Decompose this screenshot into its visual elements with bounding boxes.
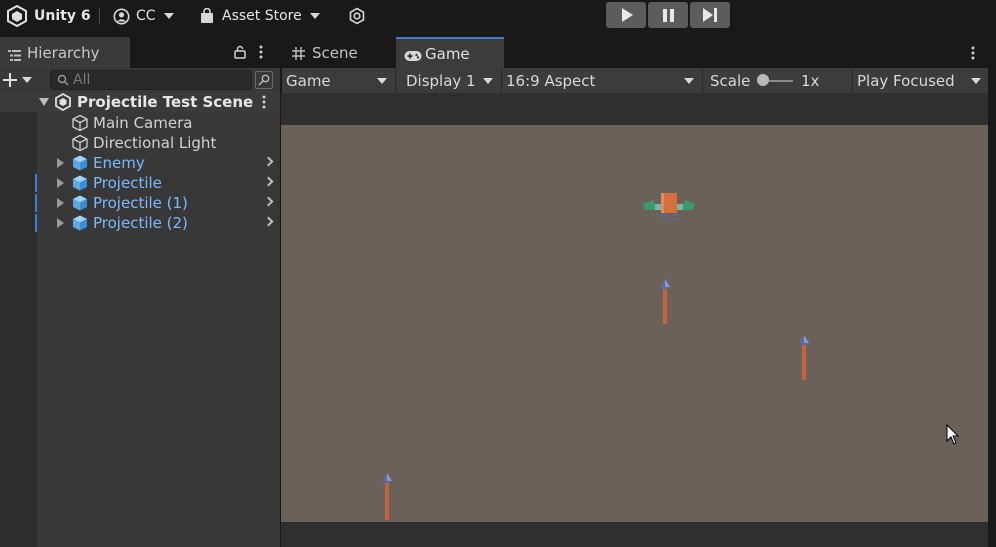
hierarchy-item-label: Enemy (93, 154, 145, 172)
chevron-down-icon (483, 78, 493, 84)
plus-icon (3, 73, 17, 87)
account-label: CC (136, 8, 156, 24)
chevron-right-icon[interactable] (263, 196, 274, 207)
scale-control: Scale 1x (703, 68, 853, 93)
play-mode-value: Play Focused (857, 71, 955, 90)
game-mode-dropdown[interactable]: Game (282, 68, 396, 93)
enemy-sprite (643, 193, 695, 220)
chevron-down-icon (22, 77, 32, 83)
game-view-letterbox-bottom (281, 522, 988, 547)
unity-ai-button[interactable] (348, 0, 366, 32)
hierarchy-item-label: Main Camera (93, 114, 193, 132)
hierarchy-list-icon (8, 47, 21, 61)
scale-slider-handle[interactable] (757, 74, 769, 86)
game-mode-value: Game (286, 71, 331, 90)
chevron-down-icon (163, 13, 174, 19)
scale-label: Scale (710, 71, 751, 90)
search-filter-icon[interactable] (255, 71, 273, 89)
tab-scene[interactable]: Scene (292, 37, 392, 68)
hierarchy-item-label: Projectile (2) (93, 214, 188, 232)
gamepad-icon (404, 48, 422, 61)
aspect-value: 16:9 Aspect (506, 71, 596, 90)
play-mode-dropdown[interactable]: Play Focused (853, 68, 989, 93)
panel-edge (988, 37, 996, 547)
step-button[interactable] (690, 2, 730, 28)
account-dropdown[interactable]: CC (113, 0, 174, 32)
display-value: Display 1 (406, 71, 476, 90)
display-dropdown[interactable]: Display 1 (396, 68, 502, 93)
expand-arrow-icon[interactable] (57, 218, 64, 228)
tab-hierarchy[interactable]: Hierarchy (0, 37, 130, 68)
prefab-icon (71, 214, 89, 236)
shopping-bag-icon (200, 7, 214, 24)
expand-arrow-icon[interactable] (57, 198, 64, 208)
step-icon (703, 8, 717, 22)
expand-arrow-icon[interactable] (39, 98, 49, 106)
view-tabbar: Scene Game (282, 37, 996, 68)
scene-grid-icon (292, 46, 305, 60)
pause-icon (662, 8, 674, 22)
unity-version-label: Unity 6 (34, 8, 91, 24)
game-view-letterbox-top (281, 93, 988, 125)
game-viewport[interactable] (281, 125, 988, 522)
mouse-cursor-icon (946, 424, 960, 445)
hierarchy-tab-label: Hierarchy (27, 43, 100, 62)
game-toolbar: Game Display 1 16:9 Aspect Scale 1x Play… (282, 68, 996, 93)
expand-arrow-icon[interactable] (57, 178, 64, 188)
play-icon (622, 8, 633, 22)
search-icon (57, 74, 69, 90)
unity-logo-icon (6, 4, 28, 28)
search-placeholder: All (73, 72, 91, 88)
hierarchy-tabbar: Hierarchy (0, 37, 280, 68)
main-toolbar: Unity 6 CC Asset Store (0, 0, 996, 32)
kebab-menu-icon[interactable] (261, 95, 267, 113)
chevron-down-icon (971, 78, 981, 84)
hierarchy-item-projectile-1[interactable]: Projectile (1) (0, 193, 280, 213)
unity-menu[interactable]: Unity 6 (6, 0, 91, 32)
scene-row[interactable]: Projectile Test Scene (0, 92, 280, 112)
scene-tab-label: Scene (312, 43, 358, 62)
hierarchy-search-input[interactable]: All (50, 70, 252, 90)
hierarchy-item-projectile[interactable]: Projectile (0, 173, 280, 193)
unity-scene-icon (54, 92, 72, 115)
kebab-menu-icon[interactable] (970, 46, 976, 64)
projectile-sprite (660, 279, 670, 324)
hierarchy-item-directional-light[interactable]: Directional Light (0, 133, 280, 153)
chevron-down-icon (377, 78, 387, 84)
game-tab-label: Game (425, 44, 470, 63)
hierarchy-item-label: Projectile (93, 174, 162, 192)
add-object-button[interactable] (3, 71, 37, 89)
scale-value: 1x (801, 71, 820, 90)
hierarchy-item-enemy[interactable]: Enemy (0, 153, 280, 173)
toolbar-divider (99, 8, 100, 24)
hierarchy-item-main-camera[interactable]: Main Camera (0, 113, 280, 133)
asset-store-label: Asset Store (222, 8, 302, 24)
chevron-down-icon (684, 78, 694, 84)
kebab-menu-icon[interactable] (258, 45, 264, 63)
projectile-sprite (382, 473, 392, 520)
aspect-dropdown[interactable]: 16:9 Aspect (502, 68, 703, 93)
tab-game[interactable]: Game (396, 37, 504, 68)
chevron-right-icon[interactable] (263, 176, 274, 187)
pause-button[interactable] (648, 2, 688, 28)
hierarchy-item-label: Projectile (1) (93, 194, 188, 212)
expand-arrow-icon[interactable] (57, 158, 64, 168)
asset-store-dropdown[interactable]: Asset Store (200, 0, 320, 32)
cloud-service-icon (348, 7, 366, 25)
chevron-right-icon[interactable] (263, 216, 274, 227)
chevron-right-icon[interactable] (263, 156, 274, 167)
chevron-down-icon (309, 13, 320, 19)
lock-icon[interactable] (234, 45, 246, 63)
hierarchy-item-label: Directional Light (93, 134, 217, 152)
projectile-sprite (799, 335, 809, 380)
hierarchy-item-projectile-2[interactable]: Projectile (2) (0, 213, 280, 233)
account-icon (113, 8, 130, 25)
scene-name-label: Projectile Test Scene (77, 93, 254, 111)
play-button[interactable] (606, 2, 646, 28)
